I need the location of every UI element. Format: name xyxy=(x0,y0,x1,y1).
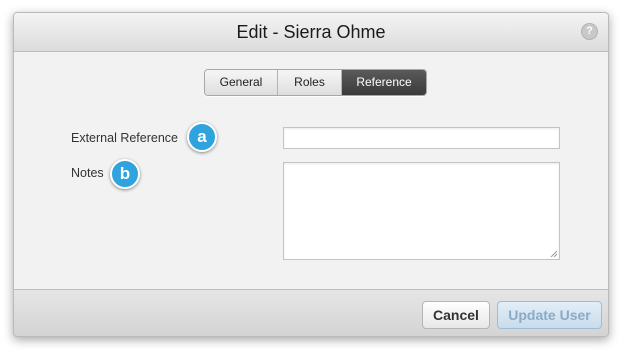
dialog-title: Edit - Sierra Ohme xyxy=(236,22,386,42)
annotation-badge-b: b xyxy=(110,159,140,189)
notes-textarea[interactable] xyxy=(283,162,560,260)
tab-bar: General Roles Reference xyxy=(204,69,427,96)
tab-roles[interactable]: Roles xyxy=(278,70,342,95)
tab-reference[interactable]: Reference xyxy=(342,70,426,95)
cancel-button[interactable]: Cancel xyxy=(422,301,490,329)
external-reference-label: External Reference xyxy=(71,131,179,145)
annotation-badge-a: a xyxy=(187,122,217,152)
dialog-footer: Cancel Update User xyxy=(14,289,608,336)
notes-label: Notes xyxy=(71,166,104,180)
screen: Edit - Sierra Ohme ? General Roles Refer… xyxy=(0,0,620,350)
edit-user-dialog: Edit - Sierra Ohme ? General Roles Refer… xyxy=(13,12,609,337)
help-icon[interactable]: ? xyxy=(581,23,598,40)
resize-grip-icon[interactable] xyxy=(550,250,557,257)
tab-general[interactable]: General xyxy=(205,70,278,95)
dialog-titlebar: Edit - Sierra Ohme ? xyxy=(14,13,608,52)
external-reference-input[interactable] xyxy=(283,127,560,149)
update-user-button[interactable]: Update User xyxy=(497,301,602,329)
